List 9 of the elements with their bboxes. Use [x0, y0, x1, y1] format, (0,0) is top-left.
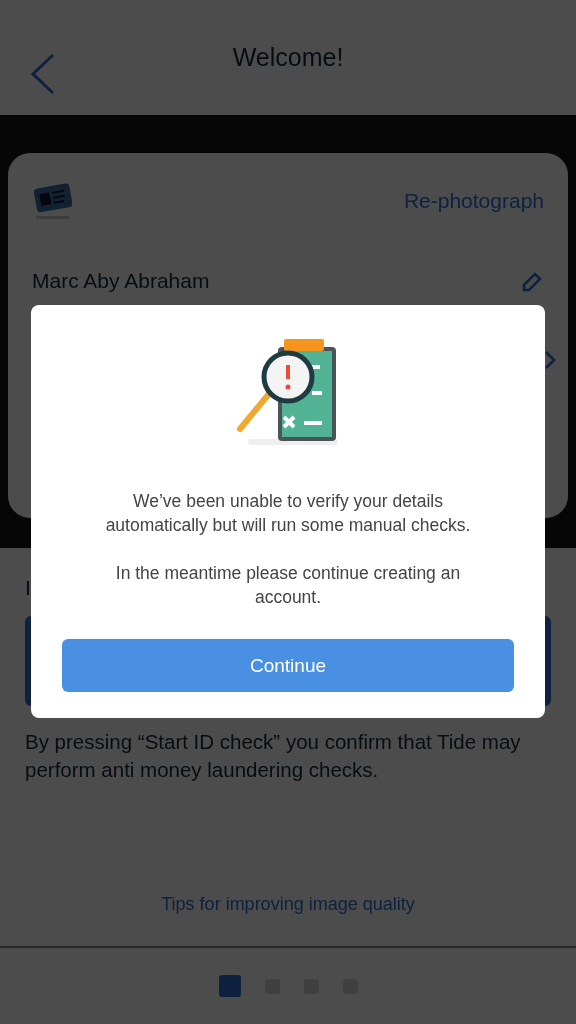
name-field: Marc Aby Abraham — [32, 269, 210, 293]
consent-text: By pressing “Start ID check” you confirm that Tide may perform anti money laundering checks. — [25, 729, 522, 783]
dialog-note: In the meantime please continue creating an account. — [114, 562, 462, 609]
dialog-message: We’ve been unable to verify your details automatically but will run some manual checks. — [104, 490, 472, 537]
tips-link[interactable]: Tips for improving image quality — [161, 894, 415, 915]
screen-title: Welcome! — [232, 43, 344, 72]
continue-button[interactable]: Continue — [62, 639, 514, 692]
re-photograph-link[interactable]: Re-photograph — [403, 189, 544, 213]
intro-text: I — [25, 576, 31, 600]
